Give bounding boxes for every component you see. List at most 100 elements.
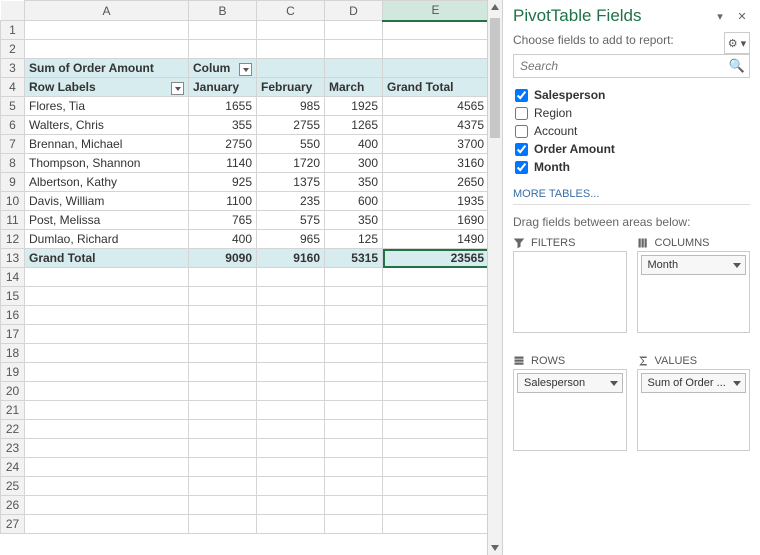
field-item-salesperson[interactable]: Salesperson [513,86,750,104]
data-cell[interactable]: 1375 [257,173,325,192]
column-labels-filter-icon[interactable] [239,63,252,76]
data-cell[interactable]: 300 [325,154,383,173]
field-checkbox[interactable] [515,161,528,174]
column-labels-dropdown[interactable]: Colum [189,59,257,78]
row-header[interactable]: 12 [1,230,25,249]
cell[interactable] [25,477,189,496]
cell[interactable] [25,21,189,40]
cell[interactable] [25,40,189,59]
cell[interactable] [25,344,189,363]
cell[interactable] [383,306,489,325]
cell[interactable] [189,477,257,496]
data-cell[interactable]: 235 [257,192,325,211]
cell[interactable] [325,420,383,439]
row-header[interactable]: 3 [1,59,25,78]
column-header-D[interactable]: D [325,1,383,21]
data-cell[interactable]: 3700 [383,135,489,154]
grand-total-cell[interactable]: 9090 [189,249,257,268]
cell[interactable] [383,363,489,382]
row-label[interactable]: Brennan, Michael [25,135,189,154]
data-cell[interactable]: 400 [189,230,257,249]
cell[interactable] [383,344,489,363]
cell[interactable] [257,515,325,534]
data-cell[interactable]: 985 [257,97,325,116]
cell[interactable] [383,287,489,306]
cell[interactable] [383,515,489,534]
row-header[interactable]: 4 [1,78,25,97]
cell[interactable] [257,287,325,306]
field-chip[interactable]: Month [641,255,747,275]
data-cell[interactable]: 765 [189,211,257,230]
field-item-region[interactable]: Region [513,104,750,122]
cell[interactable] [25,287,189,306]
cell[interactable] [25,325,189,344]
chevron-down-icon[interactable] [733,381,741,386]
data-cell[interactable]: 1265 [325,116,383,135]
row-header[interactable]: 19 [1,363,25,382]
row-header[interactable]: 24 [1,458,25,477]
cell[interactable] [189,401,257,420]
row-header[interactable]: 9 [1,173,25,192]
field-item-order-amount[interactable]: Order Amount [513,140,750,158]
field-checkbox[interactable] [515,143,528,156]
cell[interactable] [257,458,325,477]
field-checkbox[interactable] [515,89,528,102]
cell[interactable] [257,496,325,515]
cell[interactable] [257,59,325,78]
cell[interactable] [325,439,383,458]
cell[interactable] [325,21,383,40]
row-header[interactable]: 17 [1,325,25,344]
scroll-up-icon[interactable] [491,4,499,10]
data-cell[interactable]: 4565 [383,97,489,116]
area-rows-box[interactable]: Salesperson [513,369,627,451]
data-cell[interactable]: 1140 [189,154,257,173]
search-input-wrap[interactable]: 🔍 [513,54,750,78]
cell[interactable] [383,496,489,515]
row-labels-filter-icon[interactable] [171,82,184,95]
column-header-C[interactable]: C [257,1,325,21]
data-cell[interactable]: 600 [325,192,383,211]
cell[interactable] [189,420,257,439]
data-cell[interactable]: 925 [189,173,257,192]
cell[interactable] [325,401,383,420]
col-month[interactable]: February [257,78,325,97]
row-header[interactable]: 8 [1,154,25,173]
close-icon[interactable]: ✕ [734,8,750,24]
row-header[interactable]: 23 [1,439,25,458]
row-label[interactable]: Dumlao, Richard [25,230,189,249]
cell[interactable] [189,458,257,477]
cell[interactable] [189,515,257,534]
cell[interactable] [325,515,383,534]
data-cell[interactable]: 965 [257,230,325,249]
data-cell[interactable]: 1490 [383,230,489,249]
col-month[interactable]: March [325,78,383,97]
area-values-box[interactable]: Sum of Order ... [637,369,751,451]
row-label[interactable]: Davis, William [25,192,189,211]
field-item-account[interactable]: Account [513,122,750,140]
cell[interactable] [25,401,189,420]
cell[interactable] [25,496,189,515]
cell[interactable] [325,344,383,363]
data-cell[interactable]: 355 [189,116,257,135]
data-cell[interactable]: 350 [325,211,383,230]
cell[interactable] [257,325,325,344]
data-cell[interactable]: 1720 [257,154,325,173]
row-header[interactable]: 14 [1,268,25,287]
cell[interactable] [189,439,257,458]
cell[interactable] [325,458,383,477]
cell[interactable] [383,401,489,420]
data-cell[interactable]: 350 [325,173,383,192]
cell[interactable] [189,21,257,40]
field-item-month[interactable]: Month [513,158,750,176]
cell[interactable] [25,363,189,382]
cell[interactable] [383,477,489,496]
cell[interactable] [25,268,189,287]
row-header[interactable]: 18 [1,344,25,363]
area-columns-box[interactable]: Month [637,251,751,333]
field-chip[interactable]: Sum of Order ... [641,373,747,393]
col-grand-total[interactable]: Grand Total [383,78,489,97]
chevron-down-icon[interactable] [610,381,618,386]
grand-total-cell[interactable]: 9160 [257,249,325,268]
cell[interactable] [383,59,489,78]
cell[interactable] [257,21,325,40]
